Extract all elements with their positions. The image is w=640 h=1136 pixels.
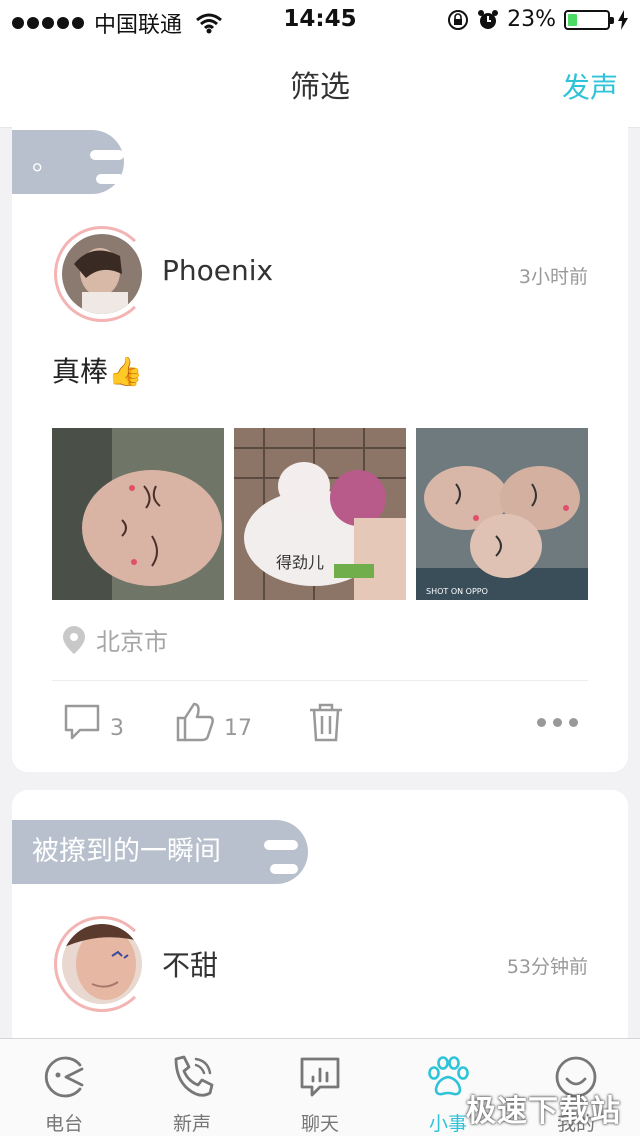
like-icon [176, 702, 214, 742]
paw-icon [428, 1056, 469, 1096]
rotation-lock-icon [448, 9, 469, 30]
avatar[interactable] [62, 234, 142, 314]
post-card[interactable]: 被撩到的一瞬间 不甜 53分钟前 [12, 790, 628, 1050]
tab-new-voice[interactable]: 新声 [128, 1039, 256, 1136]
alarm-icon [478, 9, 499, 29]
status-bar: 中国联通 14:45 23% [0, 0, 640, 40]
divider [52, 680, 588, 681]
tag-tail-decoration [90, 150, 124, 184]
post-photo[interactable] [52, 428, 224, 600]
charging-icon [618, 9, 628, 30]
username[interactable]: 不甜 [162, 944, 218, 984]
watermark: 极速下载站 [466, 1094, 621, 1129]
comment-button[interactable]: 3 [62, 702, 124, 742]
post-photo[interactable]: 得劲儿 [234, 428, 406, 600]
delete-icon [310, 703, 342, 742]
like-button[interactable]: 17 [176, 702, 252, 742]
post-time: 53分钟前 [506, 956, 588, 978]
tab-label: 电台 [44, 1113, 83, 1135]
delete-button[interactable] [308, 702, 344, 742]
more-icon[interactable] [537, 718, 578, 727]
username[interactable]: Phoenix [162, 254, 273, 287]
topic-label: 。 [32, 146, 59, 177]
tab-label: 聊天 [300, 1113, 339, 1135]
post-time: 3小时前 [518, 266, 588, 288]
post-card[interactable]: 。 Phoenix 3小时前 真棒👍 得劲儿 SHOT ON OPPO 北京市 … [12, 100, 628, 772]
location-pin-icon [63, 625, 85, 654]
tab-radio[interactable]: 电台 [0, 1039, 128, 1136]
comment-count: 3 [110, 715, 124, 741]
battery-icon [564, 9, 614, 30]
comment-icon [64, 704, 100, 740]
tag-tail-decoration [264, 840, 298, 874]
chat-icon [300, 1057, 340, 1097]
topic-label: 被撩到的一瞬间 [32, 836, 221, 867]
tab-chat[interactable]: 聊天 [256, 1039, 384, 1136]
status-right: 23% [447, 7, 628, 32]
battery-percent: 23% [507, 7, 556, 32]
photo-caption: SHOT ON OPPO [426, 587, 488, 596]
phone-icon [174, 1055, 214, 1097]
like-count: 17 [224, 715, 252, 741]
radio-icon [44, 1056, 84, 1098]
tab-label: 新声 [172, 1113, 211, 1135]
photo-caption: 得劲儿 [276, 553, 324, 572]
avatar[interactable] [62, 924, 142, 1004]
post-photo[interactable]: SHOT ON OPPO [416, 428, 588, 600]
post-text: 真棒👍 [52, 355, 143, 388]
location-label: 北京市 [96, 628, 168, 656]
location[interactable]: 北京市 [62, 622, 168, 657]
